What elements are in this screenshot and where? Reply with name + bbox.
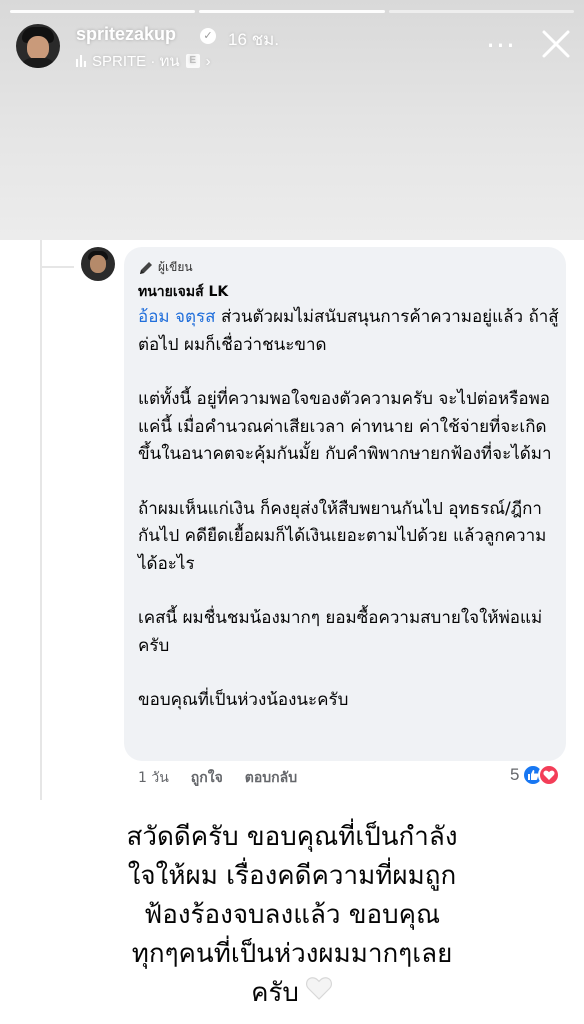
- caption-line: ฟ้องร้องจบลงแล้ว ขอบคุณ: [143, 900, 441, 930]
- thread-line-branch: [40, 266, 74, 268]
- comment-text-4: เคสนี้ ผมชื่นชมน้องมากๆ ยอมซื้อความสบายใ…: [138, 608, 543, 656]
- story-progress: [10, 10, 574, 13]
- story-username[interactable]: spritezakup: [76, 24, 176, 45]
- caption-line: ครับ: [251, 978, 299, 1008]
- caption-line-last: ครับ: [0, 974, 584, 1013]
- more-icon[interactable]: ...: [486, 24, 516, 54]
- close-icon[interactable]: [540, 28, 572, 60]
- progress-segment: [199, 10, 385, 13]
- verified-icon: ✓: [200, 28, 216, 44]
- story-time: 16 ชม.: [228, 30, 280, 49]
- comment-text-5: ขอบคุณที่เป็นห่วงน้องนะครับ: [138, 690, 349, 710]
- music-label[interactable]: SPRITE · ทน E ›: [76, 49, 211, 73]
- white-heart-icon: [305, 974, 333, 1013]
- progress-segment: [388, 10, 574, 13]
- profile-avatar[interactable]: [16, 24, 60, 68]
- comment-text-2: แต่ทั้งนี้ อยู่ที่ความพอใจของตัวความครับ…: [138, 389, 552, 464]
- explicit-icon: E: [185, 54, 200, 68]
- author-badge: ผู้เขียน: [138, 258, 193, 277]
- like-button: ถูกใจ: [190, 770, 223, 786]
- story-caption: สวัดดีครับ ขอบคุณที่เป็นกำลัง ใจให้ผม เร…: [0, 818, 584, 1013]
- reaction-count: 5: [510, 765, 520, 784]
- music-bars-icon: [76, 55, 86, 67]
- comment-body: อ้อม จตุรส ส่วนตัวผมไม่สนับสนุนการค้าควา…: [138, 304, 560, 715]
- comment-actions: 1 วัน ถูกใจ ตอบกลับ: [138, 767, 297, 789]
- progress-segment: [10, 10, 196, 13]
- caption-line: สวัดดีครับ ขอบคุณที่เป็นกำลัง: [126, 822, 458, 852]
- comment-paragraph: อ้อม จตุรส ส่วนตัวผมไม่สนับสนุนการค้าควา…: [138, 304, 560, 359]
- commenter-avatar: [81, 247, 115, 281]
- chevron-right-icon: ›: [205, 52, 211, 70]
- author-badge-label: ผู้เขียน: [158, 260, 193, 274]
- reaction-summary: 5: [510, 764, 561, 786]
- music-title: SPRITE · ทน: [92, 53, 180, 70]
- caption-line: ใจให้ผม เรื่องคดีความที่ผมถูก: [127, 861, 457, 891]
- comment-author: ทนายเจมส์ LK: [138, 284, 229, 300]
- thread-line: [40, 240, 42, 800]
- love-icon: [538, 764, 561, 786]
- comment-time: 1 วัน: [138, 770, 169, 786]
- caption-line: ทุกๆคนที่เป็นห่วงผมมากๆเลย: [131, 939, 453, 969]
- comment-text-3: ถ้าผมเห็นแก่เงิน ก็คงยุส่งให้สืบพยานกันไ…: [138, 498, 547, 574]
- pencil-icon: [140, 261, 152, 274]
- reply-button: ตอบกลับ: [244, 770, 298, 786]
- mention-link: อ้อม จตุรส: [138, 307, 216, 327]
